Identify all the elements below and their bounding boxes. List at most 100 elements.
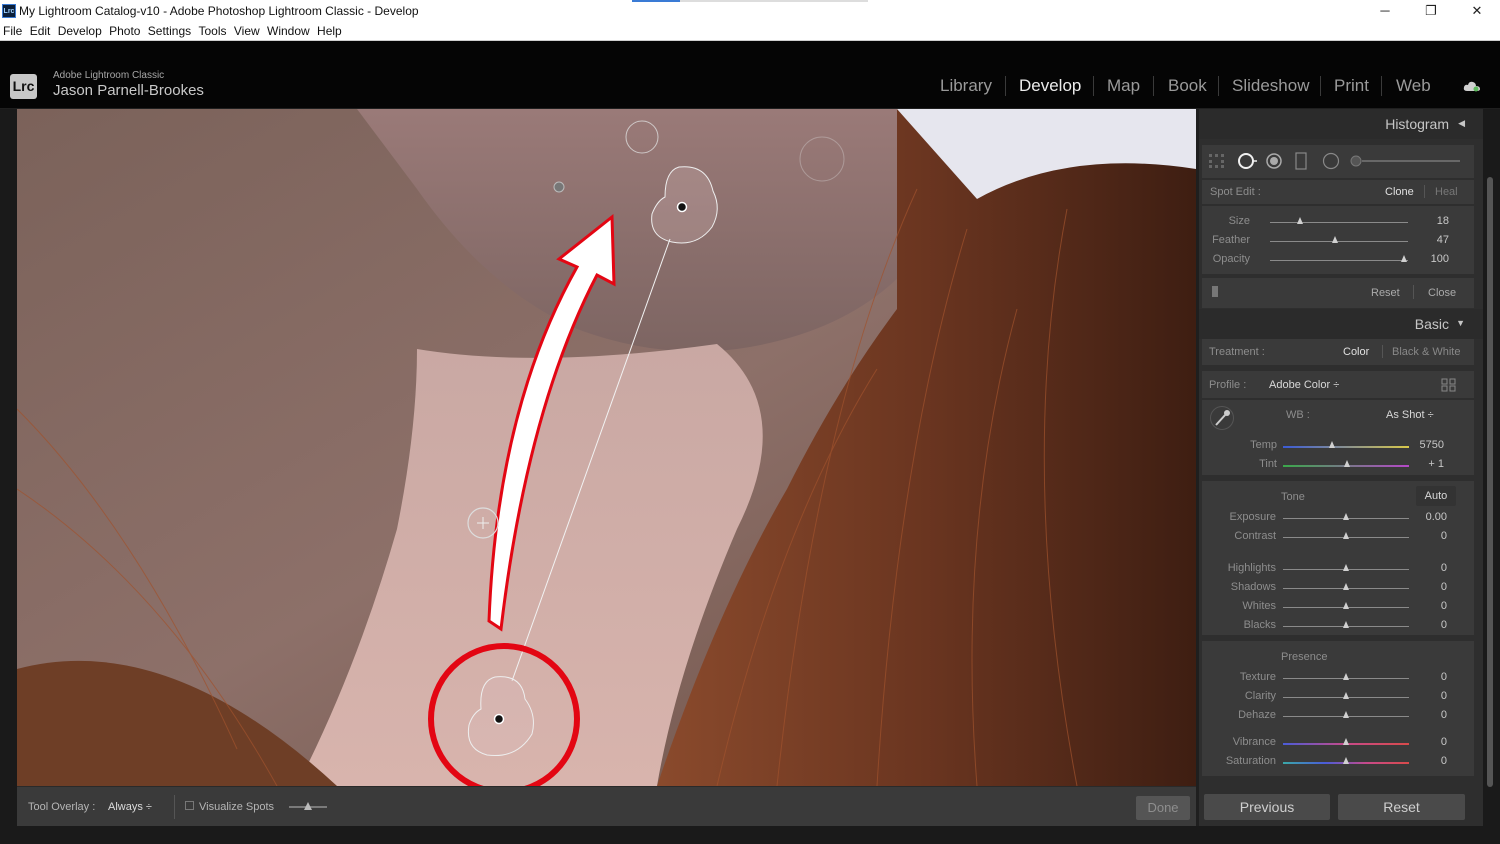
treatment-color-button[interactable]: Color (1343, 346, 1369, 358)
graduated-filter-icon[interactable] (1295, 152, 1307, 170)
slider-thumb[interactable] (1343, 711, 1349, 718)
menu-view[interactable]: View (234, 23, 260, 40)
slider-value[interactable]: 0 (1407, 690, 1447, 702)
red-eye-tool-icon[interactable] (1265, 152, 1283, 170)
module-slideshow[interactable]: Slideshow (1232, 76, 1310, 96)
target-spot-pin[interactable] (493, 713, 505, 725)
source-spot-pin[interactable] (676, 201, 688, 213)
radial-filter-icon[interactable] (1322, 152, 1340, 170)
spot-removal-toolbar: Tool Overlay : Always ÷ Visualize Spots … (17, 786, 1196, 826)
heal-mode-button[interactable]: Heal (1435, 186, 1458, 198)
menu-edit[interactable]: Edit (30, 23, 51, 40)
left-panel-collapsed[interactable] (0, 109, 17, 826)
slider-label: Size (1228, 215, 1250, 227)
profile-browser-icon[interactable] (1441, 378, 1457, 392)
menu-develop[interactable]: Develop (58, 23, 102, 40)
visualize-threshold-thumb[interactable] (304, 802, 312, 810)
right-panel: Histogram ◀ Spot Edit : Clone Heal Size 1… (1199, 109, 1483, 826)
basic-header[interactable]: Basic ▼ (1199, 309, 1483, 339)
module-map[interactable]: Map (1107, 76, 1140, 96)
slider-track[interactable] (1283, 446, 1409, 448)
spot-removal-tool-icon[interactable] (1236, 151, 1258, 171)
spot-reset-button[interactable]: Reset (1371, 287, 1400, 299)
slider-value[interactable]: 5750 (1404, 439, 1444, 451)
clone-mode-button[interactable]: Clone (1385, 186, 1414, 198)
slider-value[interactable]: 0 (1407, 736, 1447, 748)
close-window-button[interactable]: ✕ (1454, 2, 1500, 22)
slider-label: Dehaze (1238, 709, 1276, 721)
reset-button[interactable]: Reset (1338, 794, 1465, 820)
slider-value[interactable]: 0 (1407, 619, 1447, 631)
scrollbar-thumb[interactable] (1487, 177, 1493, 787)
profile-select[interactable]: Adobe Color ÷ (1269, 379, 1339, 391)
slider-thumb[interactable] (1343, 532, 1349, 539)
auto-tone-button[interactable]: Auto (1416, 486, 1456, 506)
toolbar-toggle-icon[interactable] (1212, 286, 1218, 297)
slider-thumb[interactable] (1343, 602, 1349, 609)
slider-thumb[interactable] (1297, 217, 1304, 224)
histogram-collapse-icon[interactable]: ◀ (1458, 118, 1465, 129)
slider-value[interactable]: 100 (1409, 253, 1449, 265)
cloud-sync-icon[interactable] (1463, 80, 1481, 92)
slider-track[interactable] (1270, 222, 1408, 223)
slider-thumb[interactable] (1400, 255, 1407, 262)
slider-thumb[interactable] (1329, 441, 1336, 448)
slider-thumb[interactable] (1343, 621, 1349, 628)
slider-thumb[interactable] (1343, 757, 1349, 764)
slider-thumb[interactable] (1343, 738, 1349, 745)
adjustment-brush-icon[interactable] (1350, 154, 1464, 168)
spot-close-button[interactable]: Close (1428, 287, 1456, 299)
slider-thumb[interactable] (1343, 564, 1349, 571)
slider-track[interactable] (1270, 241, 1408, 242)
module-develop[interactable]: Develop (1019, 76, 1081, 96)
treatment-bw-button[interactable]: Black & White (1392, 346, 1460, 358)
module-library[interactable]: Library (940, 76, 992, 96)
slider-label: Blacks (1243, 619, 1276, 631)
module-web[interactable]: Web (1396, 76, 1431, 96)
maximize-button[interactable]: ❐ (1408, 2, 1454, 22)
previous-button[interactable]: Previous (1204, 794, 1330, 820)
slider-thumb[interactable] (1343, 583, 1349, 590)
slider-value[interactable]: 0 (1407, 581, 1447, 593)
wb-eyedropper-icon[interactable] (1210, 406, 1234, 430)
slider-thumb[interactable] (1343, 513, 1349, 520)
slider-value[interactable]: + 1 (1404, 458, 1444, 470)
menu-photo[interactable]: Photo (109, 23, 140, 40)
slider-value[interactable]: 0 (1407, 562, 1447, 574)
filmstrip-collapsed[interactable] (0, 826, 1500, 844)
module-print[interactable]: Print (1334, 76, 1369, 96)
menu-window[interactable]: Window (267, 23, 310, 40)
slider-thumb[interactable] (1344, 460, 1351, 467)
visualize-spots-checkbox[interactable] (185, 801, 194, 810)
module-book[interactable]: Book (1168, 76, 1207, 96)
slider-value[interactable]: 18 (1409, 215, 1449, 227)
menu-settings[interactable]: Settings (148, 23, 191, 40)
histogram-header[interactable]: Histogram ◀ (1199, 109, 1483, 139)
slider-thumb[interactable] (1343, 673, 1349, 680)
basic-collapse-icon[interactable]: ▼ (1456, 318, 1465, 328)
crop-overlay-icon[interactable] (1208, 153, 1226, 169)
module-separator (1093, 76, 1094, 96)
menu-file[interactable]: File (3, 23, 22, 40)
slider-value[interactable]: 47 (1409, 234, 1449, 246)
spot-pin-small[interactable] (553, 181, 565, 193)
slider-value[interactable]: 0 (1407, 600, 1447, 612)
right-scrollbar[interactable] (1483, 109, 1500, 826)
slider-thumb[interactable] (1343, 692, 1349, 699)
menu-help[interactable]: Help (317, 23, 342, 40)
presence-section: Presence Texture 0 Clarity 0 Dehaze 0 Vibrance… (1202, 641, 1474, 776)
slider-value[interactable]: 0.00 (1407, 511, 1447, 523)
tool-overlay-select[interactable]: Always ÷ (108, 801, 152, 813)
slider-value[interactable]: 0 (1407, 530, 1447, 542)
slider-value[interactable]: 0 (1407, 755, 1447, 767)
wb-select[interactable]: As Shot ÷ (1386, 409, 1434, 421)
treatment-label: Treatment : (1209, 346, 1265, 358)
minimize-button[interactable]: ─ (1362, 2, 1408, 22)
menu-tools[interactable]: Tools (199, 23, 227, 40)
slider-thumb[interactable] (1331, 236, 1338, 243)
photo-canvas[interactable] (17, 109, 1196, 786)
slider-track[interactable] (1270, 260, 1408, 261)
done-button[interactable]: Done (1136, 796, 1190, 820)
slider-value[interactable]: 0 (1407, 671, 1447, 683)
slider-value[interactable]: 0 (1407, 709, 1447, 721)
